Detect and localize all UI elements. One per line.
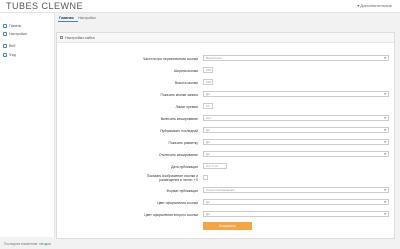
field-label: Показать разметку	[168, 140, 198, 145]
panel-header: Настройки сайта	[57, 33, 394, 43]
dashboard-icon	[3, 24, 7, 28]
select-field[interactable]: Нет	[203, 115, 389, 121]
select-field[interactable]: Выключено	[203, 55, 389, 61]
select-field[interactable]: Да	[203, 151, 389, 157]
select-field[interactable]: Да	[203, 91, 389, 97]
field-label: Цвет оформления второго ссылки	[144, 212, 198, 217]
panel-icon	[60, 36, 63, 39]
select-field[interactable]: Да	[203, 199, 389, 205]
form-row: Включить кеширование Нет	[57, 115, 394, 123]
field-label: Цвет оформления ссылки	[157, 200, 198, 205]
tab-main[interactable]: Главная	[59, 16, 74, 20]
field-label: Ширина иконки	[173, 68, 198, 73]
top-bar: TUBES CLEWNE ▾ Дополнительные	[0, 0, 400, 13]
feed-icon	[3, 53, 7, 57]
form-row: Ширина иконки 100	[57, 67, 394, 75]
select-field[interactable]: Да	[203, 211, 389, 217]
form-row: Формат публикации Только изображения	[57, 187, 394, 195]
field-label: Показать изображение ссылки и размещения…	[146, 174, 198, 182]
sidebar-item-dashboard[interactable]: Панель	[3, 24, 21, 28]
web-icon	[3, 44, 7, 48]
field-label: Отключить кеширование	[158, 152, 198, 157]
form-row: Дата публикации d.m.Y H:i	[57, 163, 394, 171]
sidebar-item-web[interactable]: Веб	[3, 44, 15, 48]
app-brand: TUBES CLEWNE	[6, 1, 84, 11]
field-label: Дата публикации	[171, 164, 198, 169]
sidebar-item-feed[interactable]: Фид	[3, 53, 16, 57]
footer-text: Последнее изменение:	[4, 242, 39, 246]
form-row: Показать разметку Да	[57, 139, 394, 147]
input-field[interactable]: 100	[203, 67, 213, 73]
tab-bar: Главная Настройки	[56, 13, 400, 23]
footer: Последнее изменение: сегодня	[4, 242, 51, 246]
active-tab-indicator	[58, 21, 78, 22]
form-row: Частота при переключении ссылки Выключен…	[57, 55, 394, 63]
sidebar: Панель Настройки Веб Фид	[0, 13, 55, 237]
tab-settings[interactable]: Настройки	[78, 16, 96, 20]
field-label: Включить кеширование	[160, 116, 198, 121]
sidebar-item-label: Фид	[9, 53, 16, 57]
form-row: Показать изображение ссылки и размещения…	[57, 174, 394, 183]
sidebar-item-label: Настройки	[9, 32, 27, 36]
form-row: Высота иконки 100	[57, 79, 394, 87]
sidebar-item-label: Панель	[9, 24, 22, 28]
field-label: Лимит превью	[175, 104, 198, 109]
field-label: Показать кнопки записи	[160, 92, 198, 97]
sidebar-item-settings[interactable]: Настройки	[3, 32, 27, 36]
field-label: Высота иконки	[174, 80, 198, 85]
footer-value: сегодня	[39, 242, 51, 246]
form-row: Публиковать последний Да	[57, 127, 394, 135]
sidebar-item-label: Веб	[9, 44, 16, 48]
field-label: Формат публикации	[166, 188, 198, 193]
input-field[interactable]: 10	[203, 103, 213, 109]
field-label: Частота при переключении ссылки	[143, 56, 198, 61]
form-row: Лимит превью 10	[57, 103, 394, 111]
user-menu[interactable]: ▾ Дополнительные	[357, 3, 392, 8]
save-button[interactable]: Сохранить	[203, 222, 252, 230]
form-row: Цвет оформления второго ссылки Да	[57, 211, 394, 219]
select-field[interactable]: Да	[203, 139, 389, 145]
field-label: Публиковать последний	[160, 128, 198, 133]
input-field[interactable]: 100	[203, 79, 213, 85]
select-field[interactable]: Да	[203, 127, 389, 133]
input-field[interactable]: d.m.Y H:i	[203, 163, 227, 169]
form-row: Показать кнопки записи Да	[57, 91, 394, 99]
settings-icon	[3, 32, 7, 36]
form-row: Отключить кеширование Да	[57, 151, 394, 159]
panel-title: Настройки сайта	[65, 35, 95, 40]
settings-panel: Настройки сайта Частота при переключении…	[56, 32, 395, 239]
select-field[interactable]: Только изображения	[203, 187, 389, 193]
form-row: Цвет оформления ссылки Да	[57, 199, 394, 207]
checkbox[interactable]	[203, 175, 208, 180]
